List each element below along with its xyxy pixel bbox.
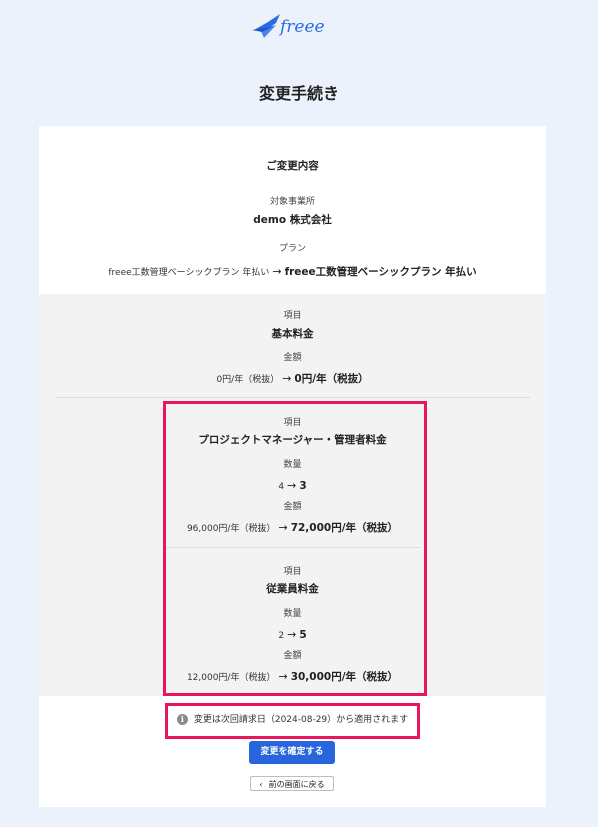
change-card: ご変更内容 対象事業所 demo 株式会社 プラン freee工数管理ベーシック… [39, 126, 546, 807]
amount-label: 金額 [283, 353, 302, 363]
page-title: 変更手続き [258, 84, 339, 103]
amount-old: 0円/年（税抜） [216, 375, 280, 385]
back-button-label: 前の画面に戻る [268, 780, 325, 789]
notice: i 変更は次回請求日（2024-08-29）から適用されます [39, 712, 546, 725]
freee-logo: freee [250, 10, 340, 42]
back-button[interactable]: ‹ 前の画面に戻る [250, 776, 334, 791]
info-icon: i [176, 714, 188, 725]
notice-text: 変更は次回請求日（2024-08-29）から適用されます [193, 715, 409, 725]
highlight-box [163, 401, 427, 696]
amount-new: 0円/年（税抜） [294, 373, 369, 385]
amount-change: 0円/年（税抜） → 0円/年（税抜） [39, 367, 546, 386]
plan-new: freee工数管理ベーシックプラン 年払い [284, 266, 477, 278]
divider [55, 397, 530, 398]
arrow-icon: → [272, 265, 282, 278]
summary-heading: ご変更内容 [266, 160, 319, 172]
plan-change: freee工数管理ベーシックプラン 年払い → freee工数管理ベーシックプラン … [39, 260, 546, 279]
plan-label: プラン [278, 244, 306, 254]
office-label: 対象事業所 [269, 197, 315, 207]
arrow-icon: → [282, 372, 292, 385]
office-value: demo 株式会社 [253, 214, 332, 226]
logo-text: freee [278, 17, 325, 37]
plan-old: freee工数管理ベーシックプラン 年払い [108, 268, 270, 278]
item-value: 基本料金 [271, 328, 314, 340]
item-label: 項目 [283, 311, 302, 321]
freee-bird-icon: freee [252, 14, 325, 38]
chevron-left-icon: ‹ [259, 780, 263, 789]
confirm-button[interactable]: 変更を確定する [249, 741, 335, 764]
